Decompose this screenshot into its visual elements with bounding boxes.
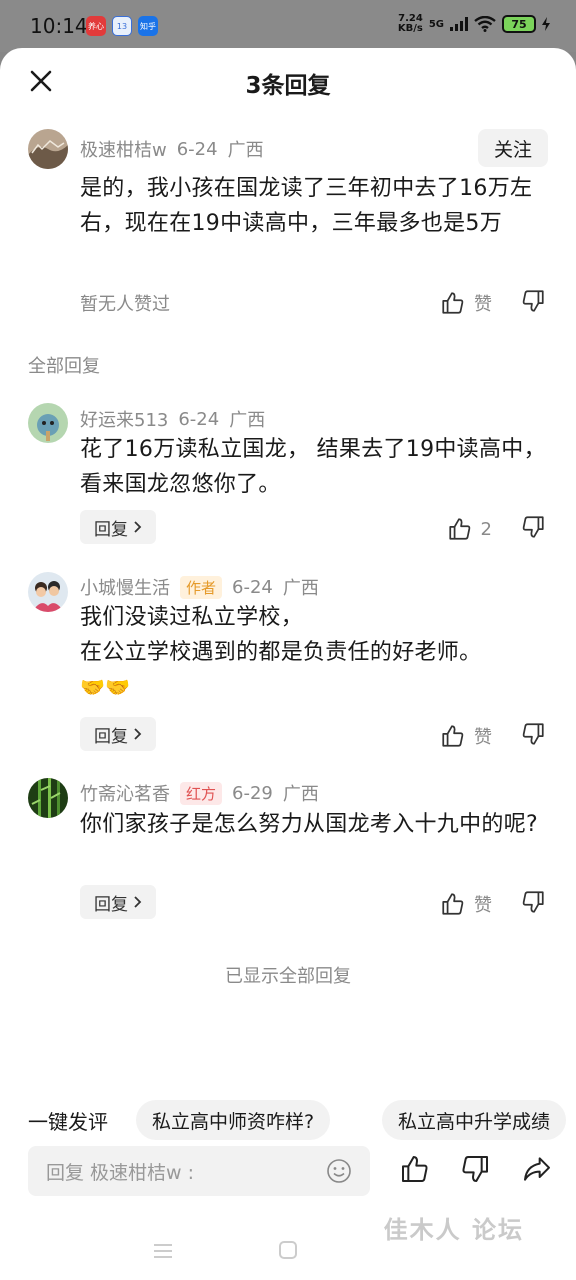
handshake-emoji: 🤝🤝 (80, 675, 131, 699)
status-time: 10:14 (30, 14, 88, 38)
no-likes-text: 暂无人赞过 (80, 294, 170, 315)
avatar[interactable] (28, 403, 68, 443)
follow-button[interactable]: 关注 (478, 129, 548, 167)
reply-button[interactable]: 回复 (80, 717, 156, 751)
dislike-button[interactable] (520, 721, 546, 751)
quick-comment-chip[interactable]: 私立高中升学成绩 (382, 1100, 567, 1140)
thumbs-up-icon (448, 518, 470, 540)
page-title: 3条回复 (245, 73, 331, 99)
avatar[interactable] (28, 778, 68, 818)
status-indicators: 7.24 KB/s 5G 75 (398, 14, 550, 34)
like-label: 赞 (474, 294, 492, 315)
like-button[interactable]: 赞 (440, 723, 492, 749)
reply-date: 6-24 (178, 408, 220, 430)
share-icon (524, 1157, 550, 1181)
reply-text-line: 我们没读过私立学校， (80, 605, 304, 630)
status-bar: 10:14 养心 13 知乎 7.24 KB/s 5G 75 (0, 0, 576, 52)
reply-location: 广西 (282, 784, 319, 805)
like-label: 赞 (474, 895, 492, 916)
author-badge: 作者 (180, 575, 223, 599)
reply-button[interactable]: 回复 (80, 510, 156, 544)
comment-location: 广西 (227, 140, 264, 161)
dislike-button[interactable] (458, 1152, 492, 1186)
chevron-right-icon (134, 728, 142, 740)
calendar-icon: 13 (112, 16, 132, 36)
home-icon[interactable] (278, 1240, 298, 1260)
wifi-icon (474, 16, 496, 32)
reply-actions: 2 (447, 514, 546, 544)
emoji-icon[interactable] (326, 1158, 352, 1184)
dislike-button[interactable] (520, 889, 546, 919)
sheet-header: 3条回复 (0, 48, 576, 118)
like-button[interactable]: 赞 (440, 290, 492, 316)
like-label: 赞 (474, 727, 492, 748)
quick-comment-label: 一键发评 (28, 1110, 108, 1134)
reply-text: 你们家孩子是怎么努力从国龙考入十九中的呢? (80, 812, 538, 837)
dislike-button[interactable] (520, 288, 546, 318)
reply-button[interactable]: 回复 (80, 885, 156, 919)
system-nav-bar (0, 1224, 576, 1280)
comment-actions: 赞 (440, 288, 546, 318)
share-button[interactable] (520, 1152, 554, 1186)
thumbs-up-icon (402, 1156, 428, 1182)
reply-sheet: 3条回复 极速柑桔w 6-24 广西 关注 是的，我小孩在国龙读了三年初中去了1… (0, 48, 576, 1280)
reply-date: 6-29 (232, 782, 273, 804)
status-app-icons: 养心 13 知乎 (86, 16, 158, 36)
reply-meta: 竹斋沁茗香 红方 6-29 广西 (80, 780, 319, 806)
author-name[interactable]: 好运来513 (80, 406, 168, 432)
reply-meta: 小城慢生活 作者 6-24 广西 (80, 574, 319, 600)
thumbs-down-icon (522, 516, 544, 538)
reply-text: 花了16万读私立国龙， 结果去了19中读高中，看来国龙忽悠你了。 (80, 437, 546, 497)
reply-text: 我们没读过私立学校， 在公立学校遇到的都是负责任的好老师。 🤝🤝 (80, 600, 546, 705)
app-notification-icon: 养心 (86, 16, 106, 36)
thumbs-up-icon (442, 292, 464, 314)
reply-label: 回复 (94, 519, 128, 540)
net-speed: 7.24 KB/s (397, 13, 423, 34)
reply-location: 广西 (229, 410, 266, 431)
comment-date: 6-24 (176, 138, 218, 160)
signal-icon (450, 17, 468, 31)
dislike-button[interactable] (520, 514, 546, 544)
reply-label: 回复 (94, 726, 128, 747)
avatar[interactable] (28, 129, 68, 169)
reply-label: 回复 (94, 894, 128, 915)
quick-comment-row: 一键发评 私立高中师资咋样? 私立高中升学成绩 (0, 1100, 576, 1140)
reply-location: 广西 (282, 578, 319, 599)
comment-text: 是的，我小孩在国龙读了三年初中去了16万左右，现在在19中读高中，三年最多也是5… (80, 176, 533, 236)
reply-text-line: 在公立学校遇到的都是负责任的好老师。 (80, 640, 482, 665)
avatar[interactable] (28, 572, 68, 612)
thumbs-up-icon (442, 725, 464, 747)
chevron-right-icon (134, 896, 142, 908)
author-name[interactable]: 小城慢生活 (80, 574, 170, 600)
quick-comment-chip[interactable]: 私立高中师资咋样? (136, 1100, 331, 1140)
thumbs-down-icon (522, 290, 544, 312)
thumbs-down-icon (522, 891, 544, 913)
thumbs-down-icon (462, 1156, 488, 1182)
side-badge: 红方 (180, 781, 223, 805)
reply-actions: 赞 (440, 721, 546, 751)
like-button[interactable] (398, 1152, 432, 1186)
author-name[interactable]: 极速柑桔w (80, 136, 167, 162)
reply-input[interactable]: 回复 极速柑桔w : (28, 1146, 370, 1196)
network-type: 5G (428, 18, 444, 30)
chevron-right-icon (134, 521, 142, 533)
battery-indicator: 75 (502, 15, 536, 33)
all-shown-text: 已显示全部回复 (225, 966, 351, 987)
comment-meta: 极速柑桔w 6-24 广西 (80, 136, 264, 162)
thumbs-up-icon (442, 893, 464, 915)
reply-meta: 好运来513 6-24 广西 (80, 406, 265, 432)
reply-input-placeholder: 回复 极速柑桔w : (46, 1161, 195, 1184)
like-count: 2 (480, 518, 492, 540)
charging-icon (542, 17, 550, 31)
menu-icon[interactable] (152, 1242, 174, 1260)
like-button[interactable]: 赞 (440, 891, 492, 917)
reply-date: 6-24 (232, 576, 273, 598)
like-button[interactable]: 2 (447, 516, 492, 542)
zhihu-icon: 知乎 (138, 16, 158, 36)
thumbs-down-icon (522, 723, 544, 745)
all-replies-label: 全部回复 (28, 356, 100, 377)
reply-actions: 赞 (440, 889, 546, 919)
author-name[interactable]: 竹斋沁茗香 (80, 780, 170, 806)
